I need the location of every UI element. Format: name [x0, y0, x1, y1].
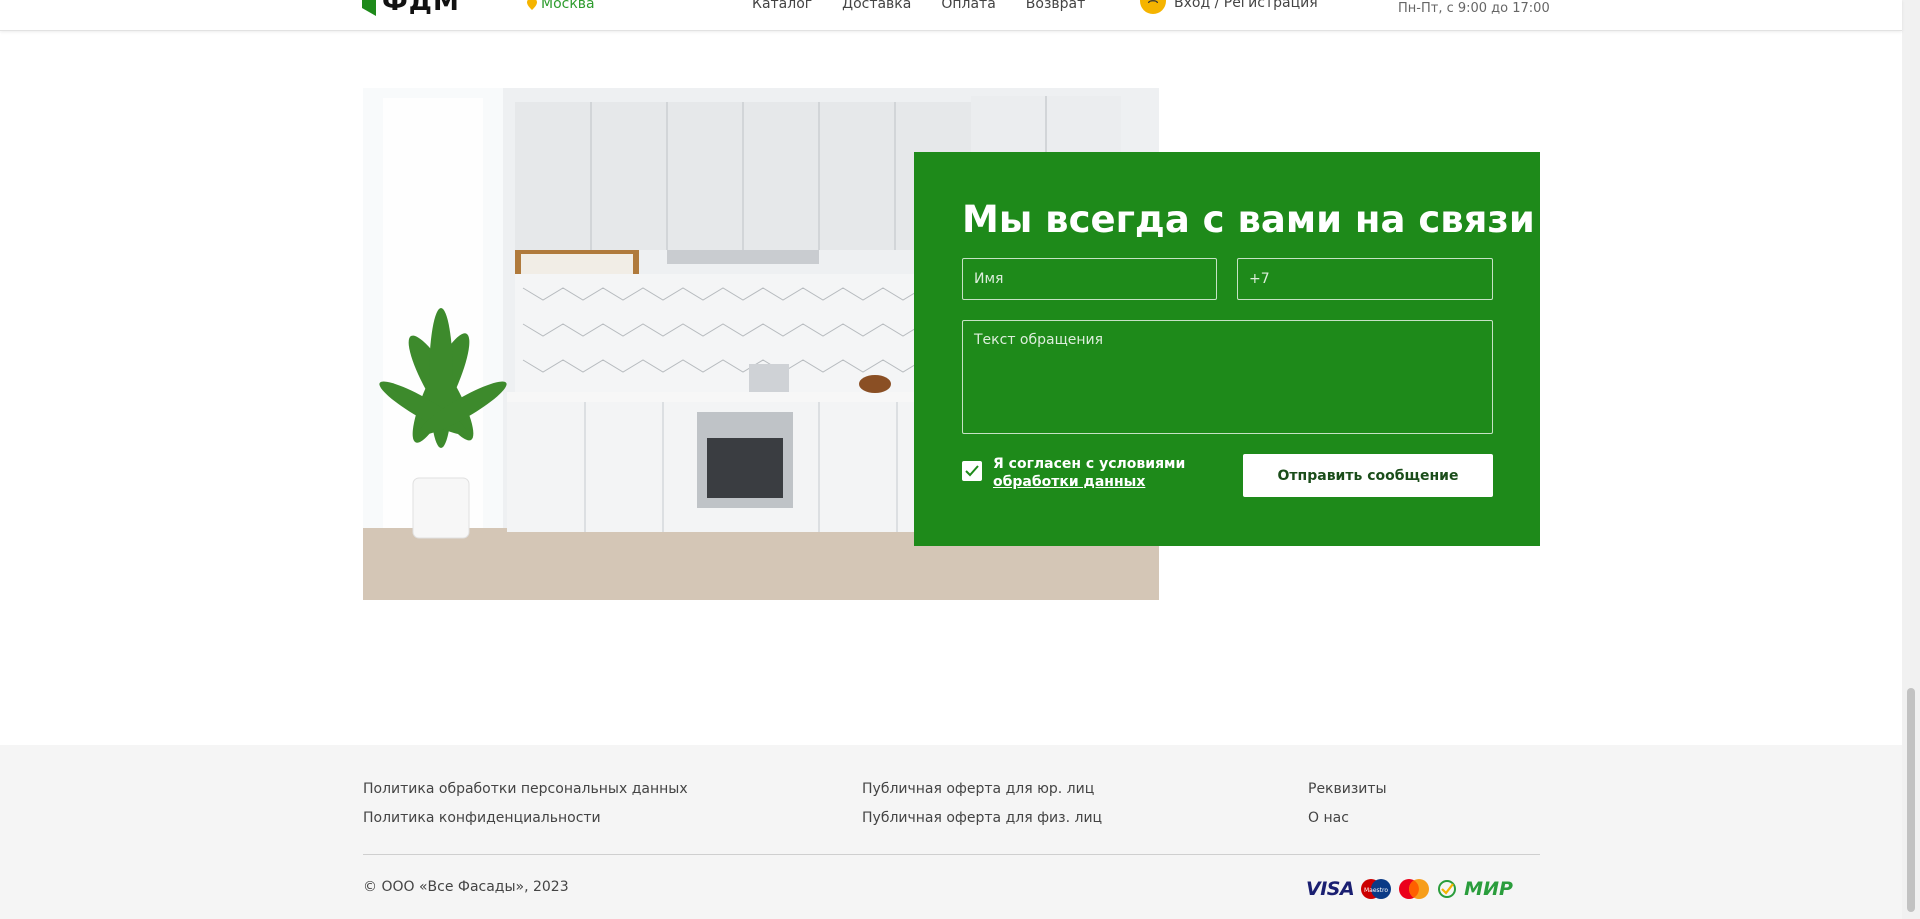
logo[interactable]: ФДМ: [362, 0, 460, 17]
logo-mark-icon: [362, 0, 376, 16]
working-hours: Пн-Пт, с 9:00 до 17:00: [1398, 1, 1550, 16]
form-title: Мы всегда с вами на связи: [962, 198, 1535, 241]
footer-link-about[interactable]: О нас: [1308, 804, 1387, 833]
consent-link[interactable]: обработки данных: [993, 473, 1185, 491]
nav-item-delivery[interactable]: Доставка: [842, 0, 911, 12]
site-footer: Политика обработки персональных данных П…: [0, 745, 1902, 919]
footer-divider: [363, 854, 1540, 855]
footer-link-requisites[interactable]: Реквизиты: [1308, 775, 1387, 804]
consent-label: Я согласен с условиями: [993, 456, 1186, 472]
consent-checkbox[interactable]: [962, 461, 982, 481]
mir-icon: МИР: [1464, 878, 1513, 900]
login-label: Вход / Регистрация: [1174, 0, 1318, 11]
maestro-label: Maestro: [1364, 887, 1388, 894]
payment-methods: VISA Maestro МИР: [1306, 878, 1513, 900]
main-nav: Каталог Доставка Оплата Возврат: [752, 0, 1085, 12]
checkmark-icon: [965, 465, 979, 477]
submit-button[interactable]: Отправить сообщение: [1243, 454, 1493, 497]
copyright: © ООО «Все Фасады», 2023: [363, 879, 569, 895]
phone-input[interactable]: [1237, 258, 1493, 300]
contact-form-card: Мы всегда с вами на связи Я согласен с у…: [914, 152, 1540, 546]
nav-item-catalog[interactable]: Каталог: [752, 0, 812, 12]
nav-item-return[interactable]: Возврат: [1026, 0, 1086, 12]
city-selector[interactable]: Москва: [527, 0, 595, 12]
scrollbar-thumb[interactable]: [1907, 688, 1915, 912]
footer-link-privacy-policy[interactable]: Политика конфиденциальности: [363, 804, 688, 833]
footer-link-personal-data-policy[interactable]: Политика обработки персональных данных: [363, 775, 688, 804]
footer-column-company: Реквизиты О нас: [1308, 775, 1387, 833]
footer-column-policies: Политика обработки персональных данных П…: [363, 775, 688, 833]
site-header: ФДМ Москва Каталог Доставка Оплата Возвр…: [0, 0, 1902, 31]
message-textarea[interactable]: [962, 320, 1493, 434]
name-input[interactable]: [962, 258, 1217, 300]
footer-link-offer-legal[interactable]: Публичная оферта для юр. лиц: [862, 775, 1102, 804]
login-button[interactable]: Вход / Регистрация: [1140, 0, 1318, 14]
visa-icon: VISA: [1306, 878, 1355, 900]
consent-row: Я согласен с условиями обработки данных: [962, 455, 1185, 491]
footer-column-offers: Публичная оферта для юр. лиц Публичная о…: [862, 775, 1102, 833]
location-pin-icon: [527, 0, 537, 10]
sbp-icon: [1438, 880, 1457, 898]
maestro-icon: Maestro: [1361, 879, 1392, 899]
mastercard-icon: [1399, 879, 1430, 899]
logo-text: ФДМ: [382, 0, 460, 17]
consent-text: Я согласен с условиями обработки данных: [993, 455, 1185, 491]
user-icon: [1140, 0, 1166, 14]
city-label: Москва: [541, 0, 595, 12]
nav-item-payment[interactable]: Оплата: [941, 0, 995, 12]
footer-link-offer-individuals[interactable]: Публичная оферта для физ. лиц: [862, 804, 1102, 833]
